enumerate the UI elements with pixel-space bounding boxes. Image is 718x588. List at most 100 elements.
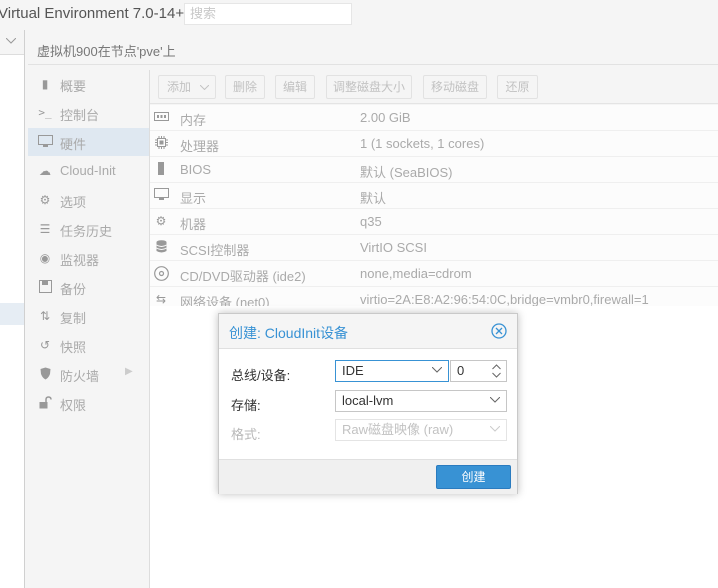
row-value: 默认 (SeaBIOS) (360, 165, 453, 180)
nav-item-firewall[interactable]: 防火墙 ▶ (28, 360, 149, 388)
shield-icon (37, 367, 53, 381)
floppy-icon (37, 280, 53, 294)
row-key: BIOS (180, 162, 212, 177)
storage-label: 存储: (231, 398, 261, 413)
row-key: 显示 (180, 191, 207, 206)
create-button[interactable]: 创建 (436, 465, 511, 489)
nav-item-permissions[interactable]: 权限 (28, 389, 149, 417)
table-row[interactable]: 处理器 1 (1 sockets, 1 cores) (150, 131, 718, 157)
exchange-icon: ⇆ (155, 292, 167, 306)
nav-item-cloudinit[interactable]: ☁ Cloud-Init (28, 157, 149, 185)
desktop-icon (153, 188, 169, 202)
format-select-value: Raw磁盘映像 (raw) (342, 422, 454, 437)
cloud-icon: ☁ (39, 164, 51, 178)
table-row[interactable]: BIOS 默认 (SeaBIOS) (150, 157, 718, 183)
nav-item-options[interactable]: ⚙ 选项 (28, 186, 149, 214)
move-disk-button[interactable]: 移动磁盘 (423, 75, 487, 99)
row-value: virtio=2A:E8:A2:96:54:0C,bridge=vmbr0,fi… (360, 292, 649, 307)
spinner-arrows-icon[interactable] (492, 363, 501, 379)
memory-icon (153, 110, 169, 124)
format-label: 格式: (231, 427, 261, 442)
table-row[interactable]: 内存 2.00 GiB (150, 105, 718, 131)
gear-icon: ⚙ (39, 193, 51, 207)
row-value: 默认 (360, 191, 387, 206)
nav-item-snapshot[interactable]: ↺ 快照 (28, 331, 149, 359)
dialog-footer: 创建 (219, 459, 517, 494)
table-row[interactable]: 显示 默认 (150, 183, 718, 209)
nav-item-label: 备份 (60, 282, 87, 297)
close-icon[interactable] (491, 323, 507, 339)
device-number-stepper[interactable]: 0 (450, 360, 507, 382)
nav-item-label: 控制台 (60, 108, 100, 123)
history-icon: ↺ (39, 338, 51, 352)
chevron-down-icon (200, 85, 209, 90)
row-value: VirtIO SCSI (360, 240, 427, 255)
nav-item-label: 权限 (60, 398, 87, 413)
book-icon: ▮ (41, 77, 49, 91)
view-selector[interactable] (0, 30, 24, 55)
unlock-icon (37, 396, 53, 410)
chevron-down-icon (432, 367, 442, 373)
cdrom-icon (153, 266, 169, 281)
microchip-icon (153, 162, 169, 176)
list-icon: ☰ (39, 222, 51, 236)
nav-item-label: 概要 (60, 79, 87, 94)
bus-select-value: IDE (342, 363, 364, 378)
row-value: q35 (360, 214, 382, 229)
row-value: 2.00 GiB (360, 110, 411, 125)
retweet-icon: ⇅ (39, 309, 51, 323)
vm-nav: ▮ 概要 >_ 控制台 硬件 ☁ Cloud-Init ⚙ 选项 ☰ 任务历史 … (28, 70, 150, 588)
edit-button[interactable]: 编辑 (275, 75, 315, 99)
format-select: Raw磁盘映像 (raw) (335, 419, 507, 441)
nav-item-monitor[interactable]: ◉ 监视器 (28, 244, 149, 272)
create-cloudinit-dialog: 创建: CloudInit设备 总线/设备: IDE 0 存储: local-l… (218, 313, 518, 494)
nav-item-label: 监视器 (60, 253, 100, 268)
nav-item-label: 快照 (60, 340, 87, 355)
add-button[interactable]: 添加 (158, 75, 216, 99)
nav-item-label: Cloud-Init (60, 163, 116, 178)
storage-select[interactable]: local-lvm (335, 390, 507, 412)
nav-item-task-history[interactable]: ☰ 任务历史 (28, 215, 149, 243)
chevron-down-icon (6, 38, 16, 44)
bus-device-label: 总线/设备: (231, 368, 291, 383)
row-key: 处理器 (180, 139, 220, 154)
nav-item-backup[interactable]: 备份 (28, 273, 149, 301)
nav-item-hardware[interactable]: 硬件 (28, 128, 149, 156)
table-row[interactable]: ⚙ 机器 q35 (150, 209, 718, 235)
selected-tree-node[interactable] (0, 303, 24, 325)
device-number-value: 0 (457, 363, 465, 378)
revert-button[interactable]: 还原 (497, 75, 538, 99)
cogs-icon: ⚙ (155, 214, 167, 228)
search-input[interactable]: 搜索 (184, 3, 352, 25)
row-key: SCSI控制器 (180, 243, 250, 258)
cpu-icon (153, 136, 169, 150)
database-icon (153, 240, 169, 254)
nav-item-summary[interactable]: ▮ 概要 (28, 70, 149, 98)
nav-item-replication[interactable]: ⇅ 复制 (28, 302, 149, 330)
table-row[interactable]: SCSI控制器 VirtIO SCSI (150, 235, 718, 261)
hardware-toolbar: 添加 删除 编辑 调整磁盘大小 移动磁盘 还原 (150, 70, 718, 104)
add-button-label: 添加 (167, 80, 192, 94)
row-value: none,media=cdrom (360, 266, 472, 281)
resource-tree (0, 30, 25, 588)
app-title: Virtual Environment 7.0-14+1 (0, 5, 193, 22)
chevron-down-icon (490, 397, 500, 403)
panel-header: 虚拟机900在节点'pve'上 (28, 34, 718, 65)
remove-button[interactable]: 删除 (225, 75, 265, 99)
nav-item-label: 复制 (60, 311, 87, 326)
hardware-table: 内存 2.00 GiB 处理器 1 (1 sockets, 1 cores) B… (150, 105, 718, 313)
dialog-header: 创建: CloudInit设备 (219, 314, 517, 349)
nav-item-console[interactable]: >_ 控制台 (28, 99, 149, 127)
dialog-title: 创建: CloudInit设备 (229, 325, 349, 341)
panel-title: 虚拟机900在节点'pve'上 (37, 44, 176, 59)
resize-disk-button[interactable]: 调整磁盘大小 (326, 75, 412, 99)
table-row[interactable]: CD/DVD驱动器 (ide2) none,media=cdrom (150, 261, 718, 287)
bus-select[interactable]: IDE (335, 360, 449, 382)
nav-item-label: 任务历史 (60, 224, 113, 239)
row-key: CD/DVD驱动器 (ide2) (180, 269, 306, 284)
top-bar: Virtual Environment 7.0-14+1 搜索 (0, 0, 718, 30)
row-key: 机器 (180, 217, 207, 232)
storage-select-value: local-lvm (342, 393, 394, 408)
chevron-right-icon[interactable]: ▶ (125, 366, 133, 377)
row-value: 1 (1 sockets, 1 cores) (360, 136, 485, 151)
